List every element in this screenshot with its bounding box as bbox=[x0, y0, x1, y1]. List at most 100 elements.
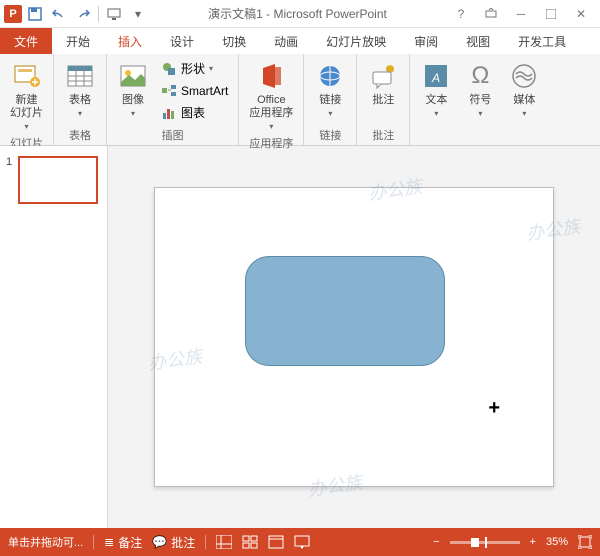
undo-button[interactable] bbox=[48, 3, 70, 25]
links-button[interactable]: 链接 ▾ bbox=[310, 58, 350, 120]
comment-button[interactable]: 批注 bbox=[363, 58, 403, 109]
shapes-button[interactable]: 形状 ▾ bbox=[157, 58, 232, 79]
shapes-icon bbox=[161, 61, 177, 77]
close-button[interactable]: ✕ bbox=[570, 3, 592, 25]
tab-transitions[interactable]: 切换 bbox=[208, 28, 260, 54]
notes-label: 备注 bbox=[118, 534, 142, 551]
slideshow-view-button[interactable] bbox=[294, 535, 310, 549]
group-illustrations: 图像 ▾ 形状 ▾ SmartArt 图表 插图 bbox=[107, 54, 239, 145]
tab-home[interactable]: 开始 bbox=[52, 28, 104, 54]
images-button[interactable]: 图像 ▾ bbox=[113, 58, 153, 123]
group-apps: Office 应用程序 ▾ 应用程序 bbox=[239, 54, 304, 145]
window-controls: ? ─ ✕ bbox=[442, 3, 600, 25]
tab-animations[interactable]: 动画 bbox=[260, 28, 312, 54]
new-slide-button[interactable]: 新建 幻灯片 ▾ bbox=[6, 58, 47, 133]
slideshow-button[interactable] bbox=[103, 3, 125, 25]
minimize-button[interactable]: ─ bbox=[510, 3, 532, 25]
help-button[interactable]: ? bbox=[450, 3, 472, 25]
workspace: 1 + 办公族 办公族 办公族 办公族 bbox=[0, 146, 600, 528]
slide[interactable] bbox=[154, 187, 554, 487]
comment-icon bbox=[367, 60, 399, 92]
dropdown-arrow-icon: ▾ bbox=[78, 109, 82, 118]
table-button[interactable]: 表格 ▾ bbox=[60, 58, 100, 120]
ribbon-tabs: 文件 开始 插入 设计 切换 动画 幻灯片放映 审阅 视图 开发工具 bbox=[0, 28, 600, 54]
tab-review[interactable]: 审阅 bbox=[400, 28, 452, 54]
maximize-button[interactable] bbox=[540, 3, 562, 25]
zoom-slider[interactable] bbox=[450, 541, 520, 544]
sorter-view-button[interactable] bbox=[242, 535, 258, 549]
comments-icon: 💬 bbox=[152, 535, 167, 549]
symbols-icon: Ω bbox=[464, 60, 496, 92]
table-label: 表格 bbox=[69, 94, 91, 107]
slide-thumbnail-1[interactable]: 1 bbox=[6, 156, 101, 204]
powerpoint-icon: P bbox=[4, 5, 22, 23]
tab-insert[interactable]: 插入 bbox=[104, 28, 156, 54]
ribbon: 新建 幻灯片 ▾ 幻灯片 表格 ▾ 表格 图像 ▾ 形状 bbox=[0, 54, 600, 146]
group-tables: 表格 ▾ 表格 bbox=[54, 54, 107, 145]
group-label-tables: 表格 bbox=[60, 125, 100, 143]
rounded-rectangle-shape[interactable] bbox=[245, 256, 445, 366]
group-label-illustrations: 插图 bbox=[113, 125, 232, 143]
thumbnail-pane[interactable]: 1 bbox=[0, 146, 108, 528]
slide-canvas-area[interactable]: + 办公族 办公族 办公族 办公族 bbox=[108, 146, 600, 528]
comments-label: 批注 bbox=[171, 534, 195, 551]
dropdown-arrow-icon: ▾ bbox=[131, 109, 135, 118]
media-label: 媒体 bbox=[513, 94, 535, 107]
normal-view-button[interactable] bbox=[216, 535, 232, 549]
dropdown-arrow-icon: ▾ bbox=[434, 109, 438, 118]
status-hint: 单击并拖动可... bbox=[8, 534, 83, 550]
chart-icon bbox=[161, 105, 177, 121]
media-button[interactable]: 媒体 ▾ bbox=[504, 58, 544, 120]
tab-slideshow[interactable]: 幻灯片放映 bbox=[312, 28, 400, 54]
group-placeholder bbox=[416, 129, 544, 143]
group-text: A 文本 ▾ Ω 符号 ▾ 媒体 ▾ bbox=[410, 54, 550, 145]
chart-button[interactable]: 图表 bbox=[157, 102, 232, 123]
office-apps-label: Office 应用程序 bbox=[249, 94, 293, 120]
zoom-in-button[interactable]: + bbox=[530, 536, 536, 548]
media-icon bbox=[508, 60, 540, 92]
quick-access-toolbar: P ▾ bbox=[0, 3, 153, 25]
office-apps-icon bbox=[255, 60, 287, 92]
thumbnail-preview bbox=[18, 156, 98, 204]
title-bar: P ▾ 演示文稿1 - Microsoft PowerPoint ? ─ ✕ bbox=[0, 0, 600, 28]
fit-to-window-button[interactable] bbox=[578, 535, 592, 549]
qat-dropdown[interactable]: ▾ bbox=[127, 3, 149, 25]
links-label: 链接 bbox=[319, 94, 341, 107]
ribbon-options-button[interactable] bbox=[480, 3, 502, 25]
dropdown-arrow-icon: ▾ bbox=[478, 109, 482, 118]
chart-label: 图表 bbox=[181, 104, 205, 121]
text-button[interactable]: A 文本 ▾ bbox=[416, 58, 456, 120]
dropdown-arrow-icon: ▾ bbox=[209, 64, 213, 73]
tab-developer[interactable]: 开发工具 bbox=[504, 28, 580, 54]
zoom-out-button[interactable]: − bbox=[433, 536, 439, 548]
window-title: 演示文稿1 - Microsoft PowerPoint bbox=[153, 5, 442, 22]
group-links: 链接 ▾ 链接 bbox=[304, 54, 357, 145]
reading-view-button[interactable] bbox=[268, 535, 284, 549]
comments-button[interactable]: 💬 批注 bbox=[152, 534, 195, 551]
smartart-label: SmartArt bbox=[181, 84, 228, 98]
smartart-icon bbox=[161, 83, 177, 99]
group-label-links: 链接 bbox=[310, 125, 350, 143]
tab-view[interactable]: 视图 bbox=[452, 28, 504, 54]
redo-button[interactable] bbox=[72, 3, 94, 25]
links-icon bbox=[314, 60, 346, 92]
tab-design[interactable]: 设计 bbox=[156, 28, 208, 54]
new-slide-icon bbox=[11, 60, 43, 92]
save-button[interactable] bbox=[24, 3, 46, 25]
dropdown-arrow-icon: ▾ bbox=[522, 109, 526, 118]
zoom-level[interactable]: 35% bbox=[546, 536, 568, 548]
group-label-comments: 批注 bbox=[363, 125, 403, 143]
symbols-button[interactable]: Ω 符号 ▾ bbox=[460, 58, 500, 120]
office-apps-button[interactable]: Office 应用程序 ▾ bbox=[245, 58, 297, 133]
text-icon: A bbox=[420, 60, 452, 92]
comment-label: 批注 bbox=[372, 94, 394, 107]
tab-file[interactable]: 文件 bbox=[0, 28, 52, 54]
text-label: 文本 bbox=[425, 94, 447, 107]
group-comments: 批注 批注 bbox=[357, 54, 410, 145]
dropdown-arrow-icon: ▾ bbox=[24, 122, 28, 131]
notes-button[interactable]: ≣ 备注 bbox=[104, 534, 142, 551]
group-slides: 新建 幻灯片 ▾ 幻灯片 bbox=[0, 54, 54, 145]
images-label: 图像 bbox=[122, 94, 144, 107]
smartart-button[interactable]: SmartArt bbox=[157, 80, 232, 101]
new-slide-label: 新建 幻灯片 bbox=[10, 94, 43, 120]
